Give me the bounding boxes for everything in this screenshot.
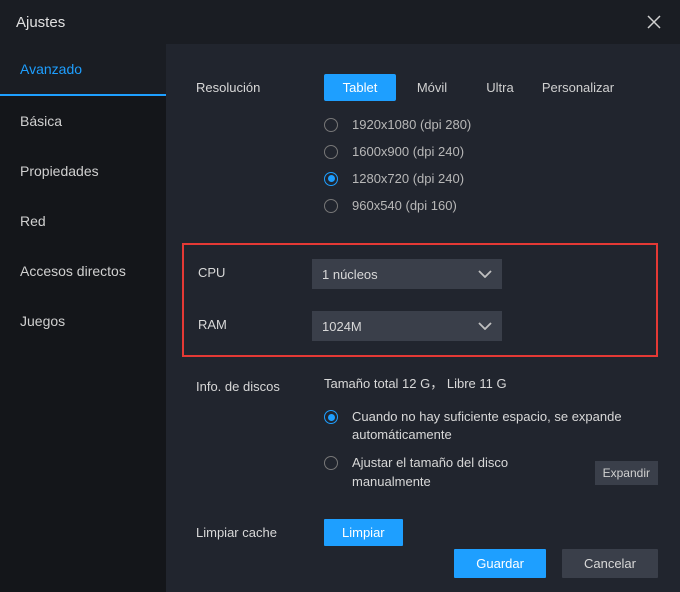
sidebar-item-basica[interactable]: Básica bbox=[0, 96, 166, 146]
chevron-down-icon bbox=[478, 322, 492, 330]
resolution-option-1280x720[interactable]: 1280x720 (dpi 240) bbox=[324, 171, 658, 186]
sidebar-item-accesos-directos[interactable]: Accesos directos bbox=[0, 246, 166, 296]
cpu-ram-highlight: CPU 1 núcleos RAM 1024M bbox=[182, 243, 658, 357]
sidebar-item-propiedades[interactable]: Propiedades bbox=[0, 146, 166, 196]
resolution-option-1600x900[interactable]: 1600x900 (dpi 240) bbox=[324, 144, 658, 159]
sidebar-item-avanzado[interactable]: Avanzado bbox=[0, 44, 166, 96]
resolution-label: Resolución bbox=[196, 74, 324, 225]
sidebar-item-juegos[interactable]: Juegos bbox=[0, 296, 166, 346]
close-icon bbox=[647, 15, 661, 29]
radio-icon bbox=[324, 456, 338, 470]
mode-movil-button[interactable]: Móvil bbox=[396, 74, 468, 101]
resolution-option-label: 1920x1080 (dpi 280) bbox=[352, 117, 471, 132]
cpu-label: CPU bbox=[198, 259, 312, 289]
mode-personalizar-button[interactable]: Personalizar bbox=[532, 74, 624, 101]
resolution-mode-segmented: Tablet Móvil Ultra Personalizar bbox=[324, 74, 658, 101]
ram-select[interactable]: 1024M bbox=[312, 311, 502, 341]
expand-button[interactable]: Expandir bbox=[595, 461, 658, 485]
radio-icon bbox=[324, 145, 338, 159]
sidebar-item-red[interactable]: Red bbox=[0, 196, 166, 246]
resolution-option-960x540[interactable]: 960x540 (dpi 160) bbox=[324, 198, 658, 213]
disk-option-auto[interactable]: Cuando no hay suficiente espacio, se exp… bbox=[324, 408, 658, 444]
ram-label: RAM bbox=[198, 311, 312, 341]
mode-ultra-button[interactable]: Ultra bbox=[468, 74, 532, 101]
radio-icon bbox=[324, 172, 338, 186]
resolution-options: 1920x1080 (dpi 280) 1600x900 (dpi 240) 1… bbox=[324, 117, 658, 213]
sidebar: Avanzado Básica Propiedades Red Accesos … bbox=[0, 44, 166, 592]
disk-summary: Tamaño total 12 G， Libre 11 G bbox=[324, 373, 658, 392]
radio-icon bbox=[324, 118, 338, 132]
resolution-option-label: 1600x900 (dpi 240) bbox=[352, 144, 464, 159]
chevron-down-icon bbox=[478, 270, 492, 278]
disk-info-label: Info. de discos bbox=[196, 373, 324, 501]
resolution-option-label: 1280x720 (dpi 240) bbox=[352, 171, 464, 186]
disk-option-manual-label: Ajustar el tamaño del disco manualmente bbox=[352, 454, 585, 490]
save-button[interactable]: Guardar bbox=[454, 549, 546, 578]
titlebar: Ajustes bbox=[0, 0, 680, 44]
resolution-option-label: 960x540 (dpi 160) bbox=[352, 198, 457, 213]
clear-cache-button[interactable]: Limpiar bbox=[324, 519, 403, 546]
content-panel: Resolución Tablet Móvil Ultra Personaliz… bbox=[166, 44, 680, 592]
footer-actions: Guardar Cancelar bbox=[454, 549, 658, 578]
disk-option-auto-label: Cuando no hay suficiente espacio, se exp… bbox=[352, 408, 658, 444]
cpu-select[interactable]: 1 núcleos bbox=[312, 259, 502, 289]
cache-label: Limpiar cache bbox=[196, 519, 324, 546]
resolution-option-1920x1080[interactable]: 1920x1080 (dpi 280) bbox=[324, 117, 658, 132]
cpu-value: 1 núcleos bbox=[322, 267, 378, 282]
window-title: Ajustes bbox=[16, 14, 65, 31]
radio-icon bbox=[324, 410, 338, 424]
disk-option-manual[interactable]: Ajustar el tamaño del disco manualmente … bbox=[324, 454, 658, 490]
radio-icon bbox=[324, 199, 338, 213]
ram-value: 1024M bbox=[322, 319, 362, 334]
cancel-button[interactable]: Cancelar bbox=[562, 549, 658, 578]
mode-tablet-button[interactable]: Tablet bbox=[324, 74, 396, 101]
close-button[interactable] bbox=[644, 12, 664, 32]
